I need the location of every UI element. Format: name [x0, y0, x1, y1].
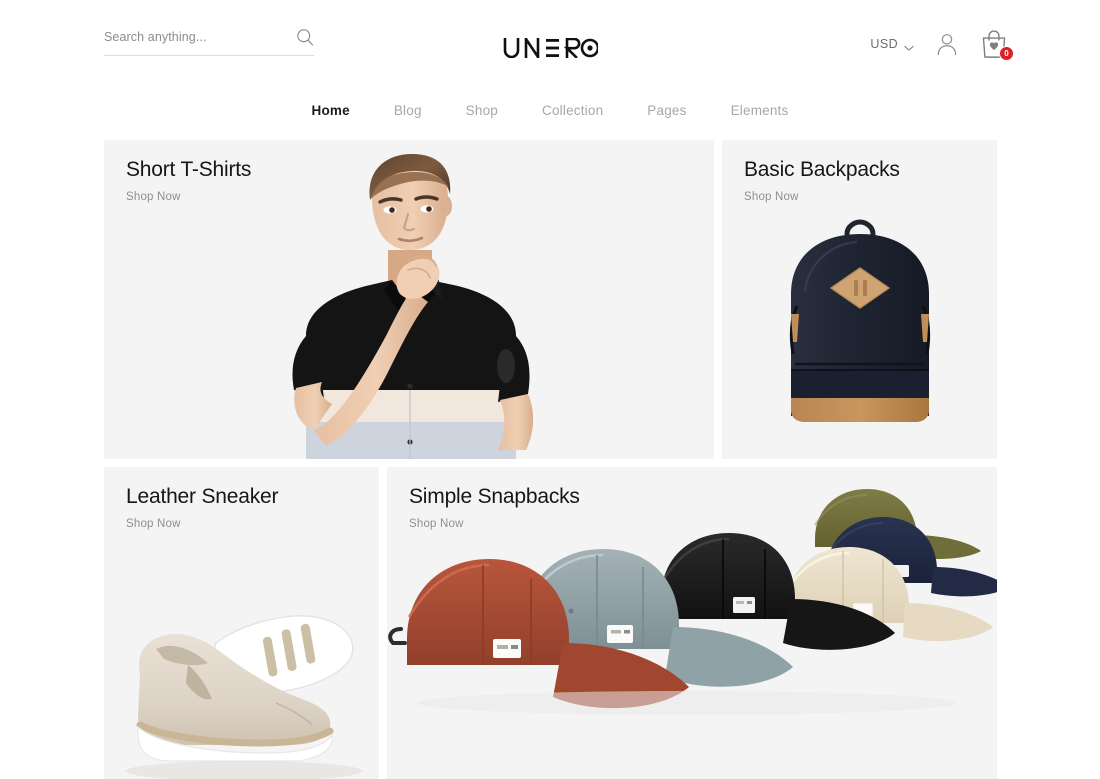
banner-text-tshirts: Short T-Shirts Shop Now: [126, 158, 251, 203]
nav-item-elements[interactable]: Elements: [709, 103, 811, 118]
banner-card-tshirts[interactable]: Short T-Shirts Shop Now: [104, 140, 714, 459]
banner-title: Leather Sneaker: [126, 485, 279, 508]
banner-grid: Short T-Shirts Shop Now Basic Backpacks …: [104, 140, 997, 779]
banner-cta-link[interactable]: Shop Now: [409, 518, 580, 530]
banner-text-snapbacks: Simple Snapbacks Shop Now: [409, 485, 580, 530]
cart-button[interactable]: 0: [980, 30, 1014, 61]
logo-unero-mark: [503, 38, 598, 58]
nav-item-collection[interactable]: Collection: [520, 103, 625, 118]
banner-cta-link[interactable]: Shop Now: [744, 191, 900, 203]
cart-count-badge: 0: [999, 46, 1014, 61]
header-actions: USD 0: [870, 30, 1014, 61]
banner-card-snapbacks[interactable]: Simple Snapbacks Shop Now: [387, 467, 997, 779]
nav-item-shop[interactable]: Shop: [444, 103, 520, 118]
banner-title: Simple Snapbacks: [409, 485, 580, 508]
user-icon[interactable]: [936, 32, 958, 56]
site-header: UNERO USD 0: [0, 0, 1100, 86]
nav-item-home[interactable]: Home: [290, 103, 372, 118]
banner-text-sneaker: Leather Sneaker Shop Now: [126, 485, 278, 530]
nav-item-pages[interactable]: Pages: [625, 103, 708, 118]
chevron-down-icon: [904, 41, 914, 51]
main-navigation: Home Blog Shop Collection Pages Elements: [0, 86, 1100, 134]
banner-title: Basic Backpacks: [744, 158, 900, 181]
banner-row-bottom: Leather Sneaker Shop Now Simple Snapback…: [104, 467, 997, 779]
banner-row-top: Short T-Shirts Shop Now Basic Backpacks …: [104, 140, 997, 459]
banner-cta-link[interactable]: Shop Now: [126, 518, 278, 530]
currency-selector[interactable]: USD: [870, 37, 914, 51]
currency-label: USD: [870, 37, 898, 51]
banner-card-backpacks[interactable]: Basic Backpacks Shop Now: [722, 140, 997, 459]
nav-item-blog[interactable]: Blog: [372, 103, 444, 118]
banner-card-sneaker[interactable]: Leather Sneaker Shop Now: [104, 467, 379, 779]
banner-text-backpacks: Basic Backpacks Shop Now: [744, 158, 900, 203]
banner-title: Short T-Shirts: [126, 158, 252, 181]
banner-cta-link[interactable]: Shop Now: [126, 191, 251, 203]
